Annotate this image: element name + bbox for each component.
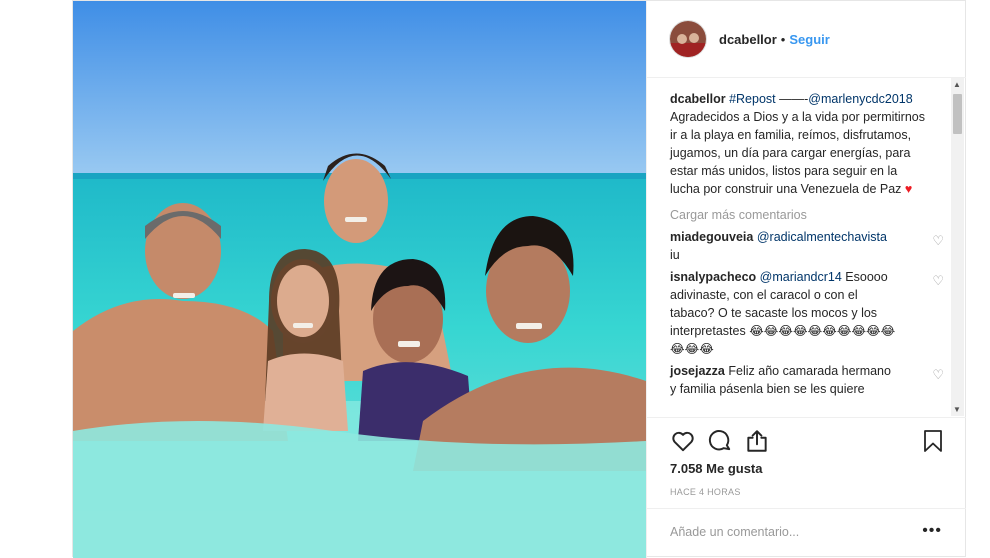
caption-text: Agradecidos a Dios y a la vida por permi… [670,110,925,196]
scrollbar-thumb[interactable] [953,94,962,134]
add-comment-area[interactable]: Añade un comentario... ••• [647,508,966,558]
post-header: dcabellor • Seguir [647,1,966,78]
caption-username[interactable]: dcabellor [670,92,726,106]
comment-username[interactable]: josejazza [670,364,725,378]
comment-text: iu [670,248,680,262]
comment-icon[interactable] [707,428,733,459]
comment-mention[interactable]: @radicalmentechavista [757,230,887,244]
comment-item: miadegouveia @radicalmentechavista iu ♡ [647,224,944,264]
share-icon[interactable] [744,428,770,459]
comment-like-icon[interactable]: ♡ [932,232,944,250]
likes-count[interactable]: 7.058 Me gusta [670,461,763,476]
comment-mention[interactable]: @mariandcr14 [760,270,842,284]
comment-like-icon[interactable]: ♡ [932,366,944,384]
post-timestamp: HACE 4 HORAS [670,487,741,497]
scroll-up-icon[interactable]: ▲ [953,80,961,89]
caption-dash: ——- [775,92,809,106]
comment-username[interactable]: isnalypacheco [670,270,756,284]
avatar[interactable] [669,20,707,58]
follow-button[interactable]: Seguir [789,32,829,47]
post-container: dcabellor • Seguir dcabellor #Repost ——-… [72,0,966,558]
add-comment-input[interactable]: Añade un comentario... [670,525,799,539]
bookmark-icon[interactable] [921,428,945,459]
action-bar [647,417,966,465]
comment-item: isnalypacheco @mariandcr14 Esoooo adivin… [647,264,944,358]
comment-like-icon[interactable]: ♡ [932,272,944,290]
caption-mention[interactable]: @marlenycdc2018 [808,92,912,106]
more-options-icon[interactable]: ••• [922,522,942,540]
post-sidebar: dcabellor • Seguir dcabellor #Repost ——-… [646,1,966,558]
caption-hashtag[interactable]: #Repost [729,92,776,106]
comments-list: dcabellor #Repost ——-@marlenycdc2018 Agr… [647,78,950,416]
heart-outline-icon[interactable] [670,428,696,459]
comment-item: josejazza Feliz año camarada hermano y f… [647,358,944,398]
comment-username[interactable]: miadegouveia [670,230,753,244]
scroll-down-icon[interactable]: ▼ [953,405,961,414]
post-photo[interactable] [73,1,646,558]
header-separator: • [780,31,786,47]
comments-scrollbar[interactable]: ▲ ▼ [951,78,964,416]
load-more-comments-button[interactable]: Cargar más comentarios [647,198,950,224]
beach-family-photo [73,1,646,558]
red-heart-icon: ♥ [904,182,913,196]
post-caption: dcabellor #Repost ——-@marlenycdc2018 Agr… [647,78,925,198]
header-username[interactable]: dcabellor [719,32,777,47]
